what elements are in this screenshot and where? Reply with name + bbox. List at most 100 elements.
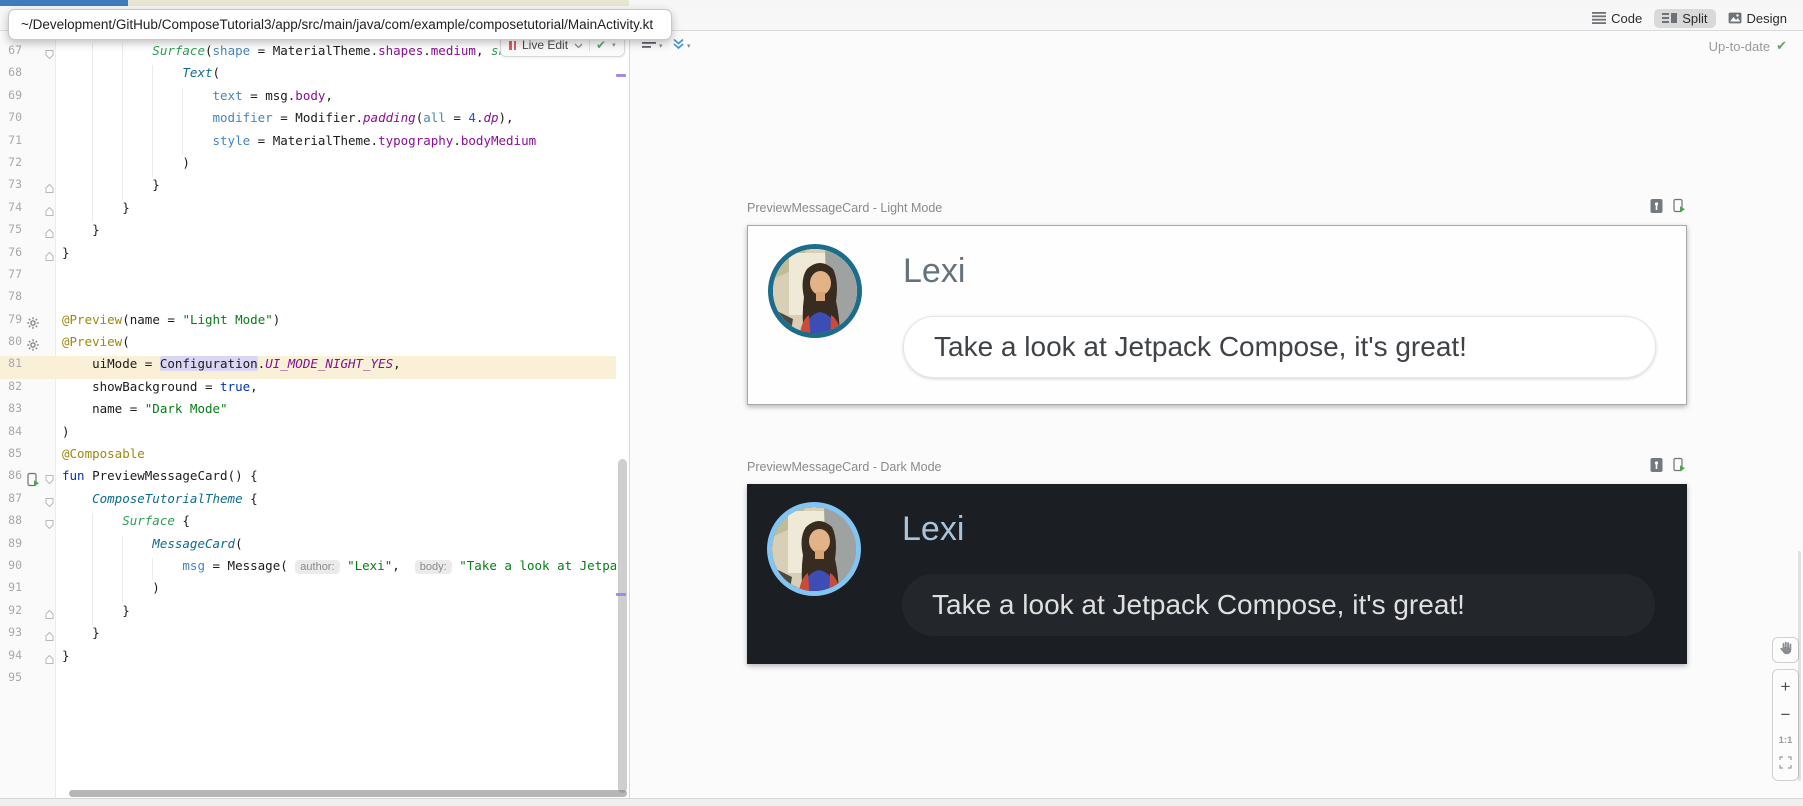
indent-guide [92, 133, 93, 155]
code-lines-icon [1592, 12, 1606, 24]
code-text: modifier = Modifier.padding(all = 4.dp), [213, 110, 514, 125]
build-refresh-icon[interactable]: ▾ [672, 37, 691, 50]
zoom-out-button[interactable]: − [1773, 706, 1798, 724]
code-line[interactable]: 80@Preview( [0, 334, 616, 356]
code-text: } [92, 222, 100, 237]
line-number: 88 [0, 513, 22, 527]
code-text: } [92, 625, 100, 640]
code-line[interactable]: 81uiMode = Configuration.UI_MODE_NIGHT_Y… [0, 356, 616, 378]
line-number: 79 [0, 312, 22, 326]
indent-guide [182, 110, 183, 132]
interactive-preview-icon[interactable] [1649, 457, 1664, 478]
tab-design[interactable]: Design [1720, 9, 1795, 28]
code-line[interactable]: 88 Surface { [0, 513, 616, 535]
preview-scrollbar[interactable] [1798, 551, 1801, 781]
fold-up-icon[interactable] [44, 182, 55, 197]
code-line[interactable]: 83 name = "Dark Mode" [0, 401, 616, 423]
indent-guide [182, 88, 183, 110]
preview-title: PreviewMessageCard - Dark Mode [747, 460, 942, 474]
code-line[interactable]: 82showBackground = true, [0, 379, 616, 401]
indent-guide [122, 110, 123, 132]
code-text: Text( [182, 65, 220, 80]
code-text: ComposeTutorialTheme { [92, 491, 258, 506]
avatar [767, 502, 861, 596]
code-line[interactable]: 73} [0, 177, 616, 199]
fold-down-icon[interactable] [44, 48, 55, 63]
line-number: 73 [0, 177, 22, 191]
line-number: 68 [0, 65, 22, 79]
fold-up-icon[interactable] [44, 630, 55, 645]
run-preview-icon[interactable] [26, 472, 41, 490]
split-view-icon [1662, 12, 1677, 25]
live-edit-pause-icon[interactable] [509, 41, 516, 50]
fold-up-icon[interactable] [44, 653, 55, 668]
code-line[interactable]: 78 [0, 289, 616, 311]
indent-guide [92, 513, 93, 535]
tab-code[interactable]: Code [1584, 9, 1650, 28]
code-line[interactable]: 87ComposeTutorialTheme { [0, 491, 616, 513]
dropdown-arrow-icon: ▾ [659, 42, 663, 50]
status-check-icon: ✔ [1776, 38, 1787, 54]
code-text: Surface { [122, 513, 190, 528]
indent-guide [92, 558, 93, 580]
code-line[interactable]: 84) [0, 424, 616, 446]
inspections-check-icon[interactable]: ✔ [596, 38, 606, 52]
line-number: 86 [0, 468, 22, 482]
code-line[interactable]: 76} [0, 245, 616, 267]
fold-down-icon[interactable] [44, 496, 55, 511]
fold-down-icon[interactable] [44, 473, 55, 488]
code-line[interactable]: 74} [0, 200, 616, 222]
code-line[interactable]: 89MessageCard( [0, 536, 616, 558]
line-number: 90 [0, 558, 22, 572]
run-preview-icon[interactable] [1672, 457, 1687, 477]
fold-up-icon[interactable] [44, 205, 55, 220]
horizontal-scrollbar[interactable] [69, 790, 627, 797]
code-lines[interactable]: 67Surface(shape = MaterialTheme.shapes.m… [0, 43, 616, 692]
preview-title: PreviewMessageCard - Light Mode [747, 201, 942, 215]
code-line[interactable]: 92} [0, 603, 616, 625]
indent-guide [182, 133, 183, 155]
indent-guide [92, 65, 93, 87]
fold-down-icon[interactable] [44, 518, 55, 533]
code-line[interactable]: 75} [0, 222, 616, 244]
zoom-in-button[interactable]: + [1773, 678, 1798, 696]
code-line[interactable]: 69text = msg.body, [0, 88, 616, 110]
code-line[interactable]: 95 [0, 670, 616, 692]
code-line[interactable]: 91) [0, 580, 616, 602]
code-line[interactable]: 72) [0, 155, 616, 177]
indent-guide [92, 536, 93, 558]
zoom-to-fit-button[interactable] [1773, 756, 1798, 772]
pan-tool-button[interactable] [1772, 637, 1799, 663]
line-number: 92 [0, 603, 22, 617]
tab-split[interactable]: Split [1654, 9, 1715, 28]
indent-guide [92, 155, 93, 177]
fold-up-icon[interactable] [44, 250, 55, 265]
avatar [768, 244, 862, 338]
code-line[interactable]: 90msg = Message( author: "Lexi", body: "… [0, 558, 616, 580]
code-line[interactable]: 93} [0, 625, 616, 647]
code-line[interactable]: 68 Text( [0, 65, 616, 87]
line-number: 83 [0, 401, 22, 415]
code-line[interactable]: 85@Composable [0, 446, 616, 468]
change-mark [616, 593, 626, 596]
tab-code-label: Code [1611, 11, 1642, 26]
code-line[interactable]: 70modifier = Modifier.padding(all = 4.dp… [0, 110, 616, 132]
fold-up-icon[interactable] [44, 227, 55, 242]
code-line[interactable]: 79@Preview(name = "Light Mode") [0, 312, 616, 334]
code-line[interactable]: 94} [0, 648, 616, 670]
code-editor-pane[interactable]: 67Surface(shape = MaterialTheme.shapes.m… [0, 31, 629, 798]
vertical-scrollbar[interactable] [618, 459, 627, 793]
preview-panel-light: PreviewMessageCard - Light Mode [747, 199, 1687, 217]
code-text: ) [152, 580, 160, 595]
code-line[interactable]: 86fun PreviewMessageCard() { [0, 468, 616, 490]
code-line[interactable]: 77 [0, 267, 616, 289]
code-line[interactable]: 71style = MaterialTheme.typography.bodyM… [0, 133, 616, 155]
preview-settings-icon[interactable] [26, 316, 40, 333]
preview-settings-icon[interactable] [26, 338, 40, 355]
interactive-preview-icon[interactable] [1649, 198, 1664, 219]
run-preview-icon[interactable] [1672, 198, 1687, 218]
zoom-actual-size-button[interactable]: 1:1 [1773, 735, 1798, 746]
fold-up-icon[interactable] [44, 608, 55, 623]
indent-guide [152, 133, 153, 155]
code-text: name = "Dark Mode" [92, 401, 227, 416]
